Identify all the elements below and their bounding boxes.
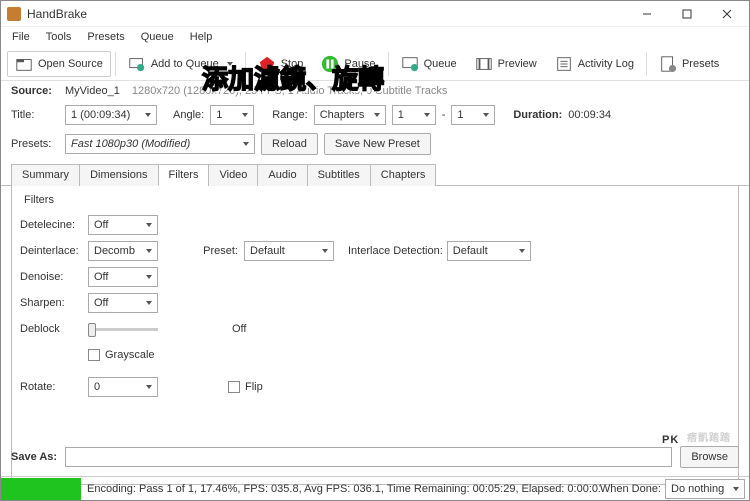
activity-log-label: Activity Log	[578, 58, 634, 70]
reload-button[interactable]: Reload	[261, 133, 318, 155]
chapter-to-select[interactable]: 1	[451, 105, 495, 125]
presets-label: Presets	[682, 58, 719, 70]
app-icon	[7, 7, 21, 21]
open-source-button[interactable]: Open Source	[7, 51, 111, 77]
presets-button[interactable]: Presets	[651, 51, 727, 77]
progress-bar	[1, 478, 81, 500]
deinterlace-label: Deinterlace:	[20, 245, 88, 257]
tab-video[interactable]: Video	[208, 164, 258, 186]
add-queue-icon	[128, 55, 146, 73]
close-button[interactable]	[707, 2, 747, 26]
save-as-label: Save As:	[11, 451, 57, 463]
deinterlace-preset-select[interactable]: Default	[244, 241, 334, 261]
duration-label: Duration:	[513, 109, 562, 121]
window-title: HandBrake	[27, 7, 627, 21]
range-dash: -	[442, 109, 446, 121]
sharpen-label: Sharpen:	[20, 297, 88, 309]
deblock-row: Deblock Off	[20, 316, 730, 342]
denoise-select[interactable]: Off	[88, 267, 158, 287]
save-preset-button[interactable]: Save New Preset	[324, 133, 431, 155]
deblock-slider[interactable]	[88, 328, 158, 331]
angle-select[interactable]: 1	[210, 105, 254, 125]
tab-dimensions[interactable]: Dimensions	[79, 164, 158, 186]
when-done-label: When Done:	[600, 483, 661, 495]
chapter-from-select[interactable]: 1	[392, 105, 436, 125]
open-icon	[15, 55, 33, 73]
presets-row: Presets: Fast 1080p30 (Modified) Reload …	[1, 129, 749, 159]
tab-summary[interactable]: Summary	[11, 164, 80, 186]
status-text: Encoding: Pass 1 of 1, 17.46%, FPS: 035.…	[87, 483, 600, 495]
flip-checkbox[interactable]	[228, 381, 240, 393]
queue-label: Queue	[424, 58, 457, 70]
when-done-select[interactable]: Do nothing	[665, 479, 745, 499]
duration-value: 00:09:34	[568, 109, 611, 121]
menu-file[interactable]: File	[5, 29, 37, 45]
grayscale-row: Grayscale	[20, 342, 730, 368]
sharpen-row: Sharpen: Off	[20, 290, 730, 316]
menu-help[interactable]: Help	[183, 29, 220, 45]
queue-button[interactable]: Queue	[393, 51, 465, 77]
queue-icon	[401, 55, 419, 73]
titlebar: HandBrake	[1, 1, 749, 27]
activity-log-button[interactable]: Activity Log	[547, 51, 642, 77]
interlace-detection-label: Interlace Detection:	[348, 245, 443, 257]
grayscale-checkbox[interactable]	[88, 349, 100, 361]
rotate-select[interactable]: 0	[88, 377, 158, 397]
open-source-label: Open Source	[38, 58, 103, 70]
menubar: File Tools Presets Queue Help	[1, 27, 749, 47]
browse-button[interactable]: Browse	[680, 446, 739, 468]
source-name: MyVideo_1	[65, 85, 120, 97]
tabstrip: Summary Dimensions Filters Video Audio S…	[1, 163, 749, 186]
tab-subtitles[interactable]: Subtitles	[307, 164, 371, 186]
preview-label: Preview	[498, 58, 537, 70]
denoise-label: Denoise:	[20, 271, 88, 283]
deblock-value: Off	[232, 323, 246, 335]
preview-icon	[475, 55, 493, 73]
sharpen-select[interactable]: Off	[88, 293, 158, 313]
angle-label: Angle:	[173, 109, 204, 121]
deinterlace-preset-label: Preset:	[158, 245, 238, 257]
filters-group-title: Filters	[24, 194, 730, 206]
title-select[interactable]: 1 (00:09:34)	[65, 105, 157, 125]
grayscale-label: Grayscale	[105, 349, 155, 361]
flip-label: Flip	[245, 381, 263, 393]
maximize-button[interactable]	[667, 2, 707, 26]
deinterlace-select[interactable]: Decomb	[88, 241, 158, 261]
menu-presets[interactable]: Presets	[80, 29, 131, 45]
tab-chapters[interactable]: Chapters	[370, 164, 437, 186]
rotate-label: Rotate:	[20, 381, 88, 393]
save-as-input[interactable]	[65, 447, 672, 467]
title-label: Title:	[11, 109, 59, 121]
tab-audio[interactable]: Audio	[257, 164, 307, 186]
deinterlace-row: Deinterlace: Decomb Preset: Default Inte…	[20, 238, 730, 264]
denoise-row: Denoise: Off	[20, 264, 730, 290]
presets-row-label: Presets:	[11, 138, 59, 150]
preset-select[interactable]: Fast 1080p30 (Modified)	[65, 134, 255, 154]
interlace-detection-select[interactable]: Default	[447, 241, 531, 261]
detelecine-label: Detelecine:	[20, 219, 88, 231]
source-label: Source:	[11, 85, 59, 97]
tab-filters[interactable]: Filters	[158, 164, 210, 186]
minimize-button[interactable]	[627, 2, 667, 26]
menu-queue[interactable]: Queue	[134, 29, 181, 45]
menu-tools[interactable]: Tools	[39, 29, 79, 45]
status-bar: Encoding: Pass 1 of 1, 17.46%, FPS: 035.…	[1, 476, 749, 500]
range-mode-select[interactable]: Chapters	[314, 105, 386, 125]
presets-icon	[659, 55, 677, 73]
detelecine-select[interactable]: Off	[88, 215, 158, 235]
rotate-row: Rotate: 0 Flip	[20, 374, 730, 400]
title-row: Title: 1 (00:09:34) Angle: 1 Range: Chap…	[1, 101, 749, 129]
preview-button[interactable]: Preview	[467, 51, 545, 77]
save-as-row: Save As: Browse	[1, 440, 749, 474]
range-label: Range:	[272, 109, 307, 121]
annotation-overlay: 添加濾鏡、旋轉	[202, 59, 384, 96]
detelecine-row: Detelecine: Off	[20, 212, 730, 238]
deblock-label: Deblock	[20, 323, 88, 335]
activity-icon	[555, 55, 573, 73]
